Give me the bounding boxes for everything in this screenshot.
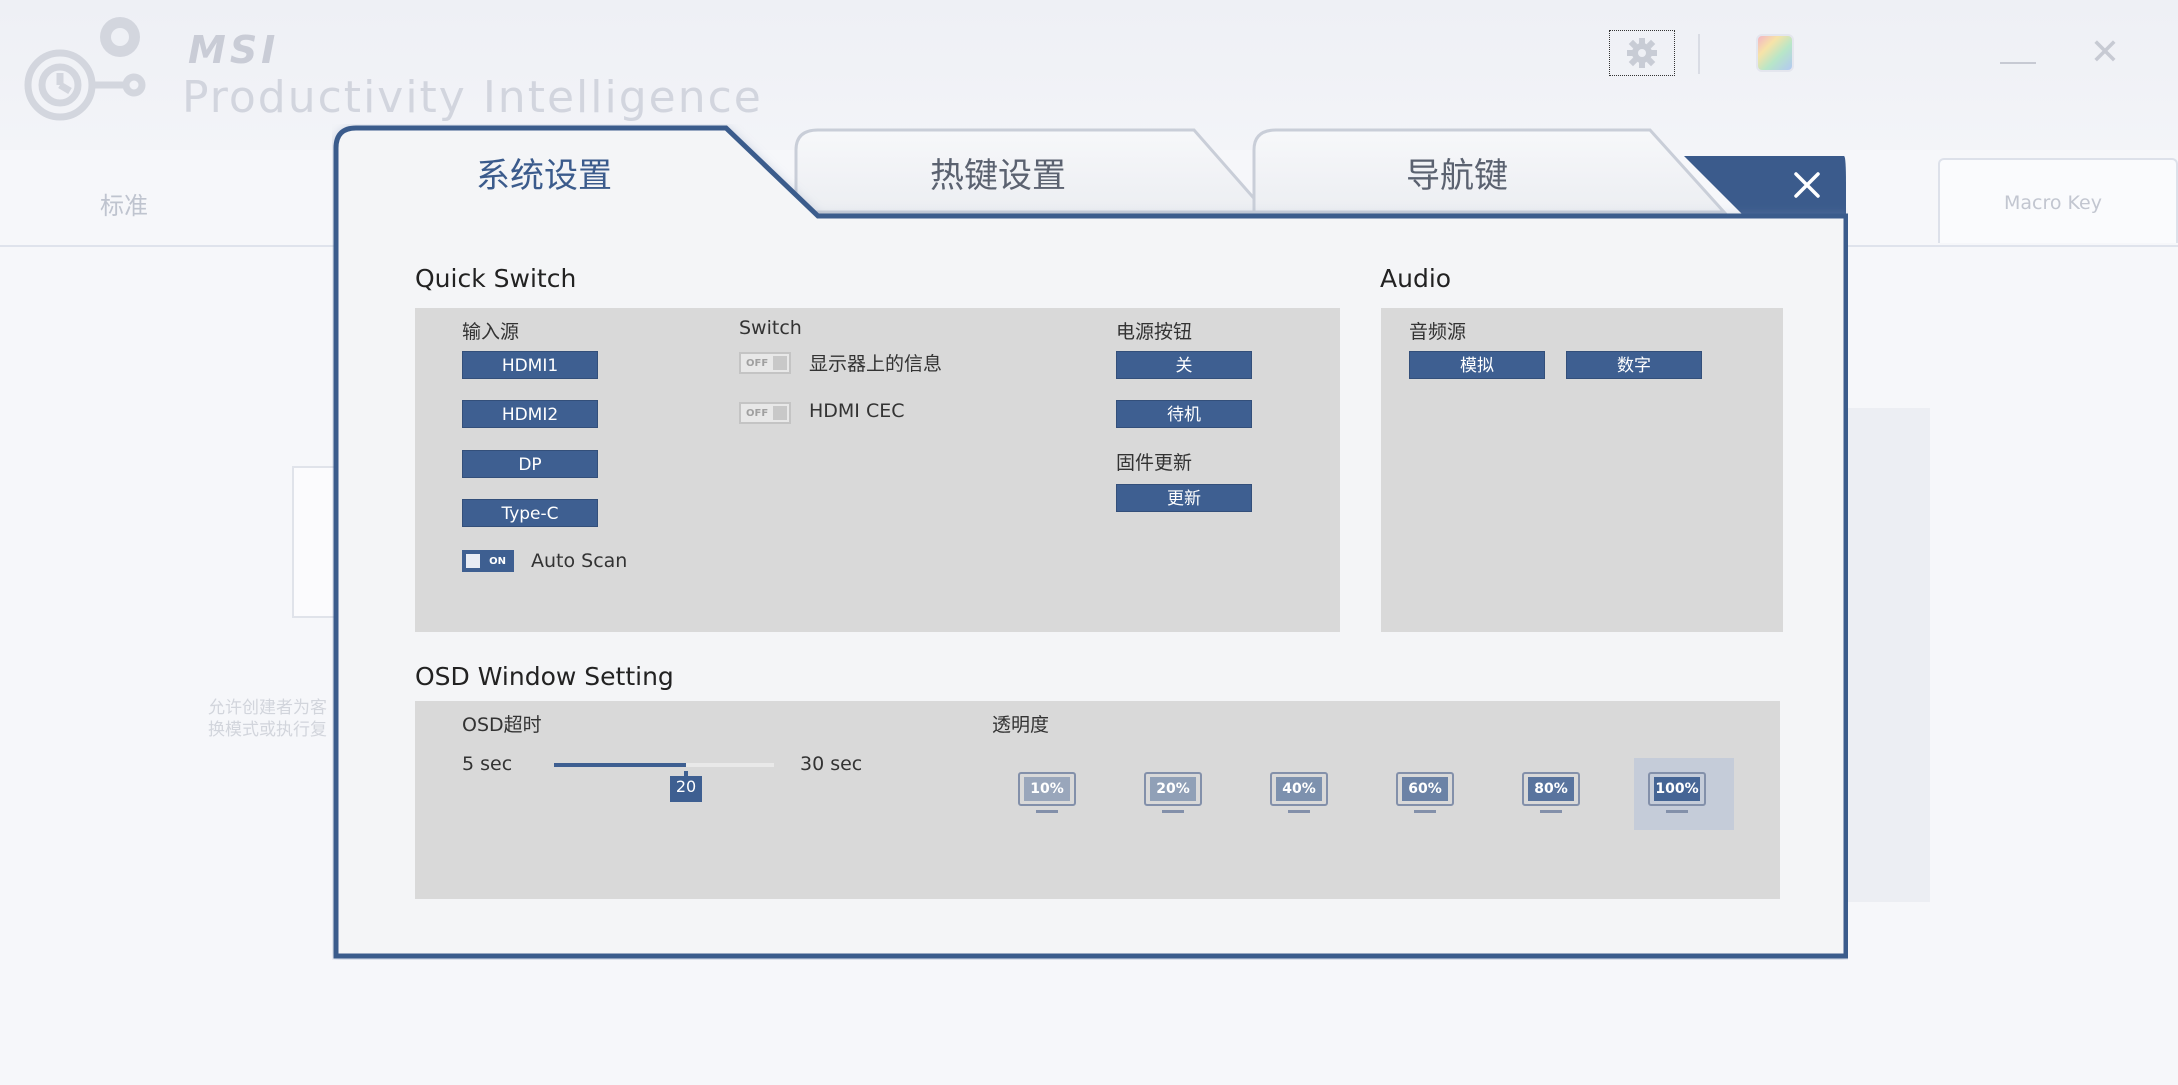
close-icon	[1794, 172, 1820, 198]
hdmi-cec-label: HDMI CEC	[809, 400, 905, 422]
monitor-stand	[1666, 810, 1688, 813]
tab-system-settings[interactable]: 系统设置	[476, 148, 612, 197]
toggle-knob	[773, 406, 787, 420]
toggle-knob	[466, 554, 480, 568]
toggle-state: OFF	[746, 358, 769, 369]
transparency-option-label: 10%	[1024, 777, 1070, 801]
hdmi2-button[interactable]: HDMI2	[462, 400, 598, 428]
minimize-button[interactable]	[2000, 40, 2036, 70]
transparency-option-80[interactable]: 80%	[1520, 770, 1582, 816]
gear-icon	[1627, 38, 1657, 68]
input-source-label: 输入源	[462, 321, 520, 343]
hdmi-cec-toggle[interactable]: OFF	[739, 402, 791, 424]
transparency-option-label: 60%	[1402, 777, 1448, 801]
monitor-icon: 20%	[1144, 772, 1202, 806]
tab-macro-key[interactable]: Macro Key	[1938, 158, 2178, 243]
transparency-option-label: 40%	[1276, 777, 1322, 801]
toggle-state: OFF	[746, 408, 769, 419]
header-divider	[1698, 34, 1700, 74]
monitor-stand	[1036, 810, 1058, 813]
audio-digital-button[interactable]: 数字	[1566, 351, 1702, 379]
window-close-button[interactable]: ✕	[2088, 35, 2122, 71]
osd-timeout-max-label: 30 sec	[800, 753, 863, 775]
transparency-option-10[interactable]: 10%	[1016, 770, 1078, 816]
transparency-option-20[interactable]: 20%	[1142, 770, 1204, 816]
transparency-option-label: 20%	[1150, 777, 1196, 801]
firmware-update-button[interactable]: 更新	[1116, 484, 1252, 512]
background-side-panel	[1848, 408, 1930, 902]
color-theme-button[interactable]	[1756, 34, 1794, 72]
transparency-label: 透明度	[992, 714, 1050, 736]
power-standby-button[interactable]: 待机	[1116, 400, 1252, 428]
osd-window-title: OSD Window Setting	[415, 662, 674, 691]
slider-value-badge[interactable]: 20	[670, 771, 702, 802]
settings-button[interactable]	[1609, 30, 1675, 76]
tab-navigation-key[interactable]: 导航键	[1406, 148, 1508, 197]
background-description: 允许创建者为客 换模式或执行复	[208, 698, 327, 740]
type-c-button[interactable]: Type-C	[462, 499, 598, 527]
tab-hotkey-settings[interactable]: 热键设置	[930, 148, 1066, 197]
osd-info-toggle[interactable]: OFF	[739, 352, 791, 374]
transparency-option-label: 100%	[1654, 777, 1700, 801]
brand-logo: MSI	[188, 28, 280, 72]
monitor-icon: 10%	[1018, 772, 1076, 806]
product-name: Productivity Intelligence	[182, 72, 763, 123]
monitor-icon: 40%	[1270, 772, 1328, 806]
hdmi1-button[interactable]: HDMI1	[462, 351, 598, 379]
monitor-stand	[1540, 810, 1562, 813]
tab-standard[interactable]: 标准	[100, 186, 148, 221]
audio-analog-button[interactable]: 模拟	[1409, 351, 1545, 379]
osd-timeout-label: OSD超时	[462, 714, 542, 736]
monitor-icon: 60%	[1396, 772, 1454, 806]
monitor-stand	[1414, 810, 1436, 813]
power-button-label: 电源按钮	[1116, 321, 1193, 343]
osd-timeout-min-label: 5 sec	[462, 753, 513, 775]
power-off-button[interactable]: 关	[1116, 351, 1252, 379]
tab-macro-key-label: Macro Key	[2004, 192, 2102, 214]
toggle-knob	[773, 356, 787, 370]
monitor-icon: 80%	[1522, 772, 1580, 806]
quick-switch-title: Quick Switch	[415, 264, 577, 293]
firmware-update-label: 固件更新	[1116, 452, 1193, 474]
audio-source-label: 音频源	[1409, 321, 1467, 343]
switch-label: Switch	[739, 317, 802, 339]
monitor-stand	[1288, 810, 1310, 813]
audio-title: Audio	[1380, 264, 1452, 293]
osd-timeout-slider[interactable]	[554, 763, 774, 767]
toggle-state: ON	[489, 556, 506, 567]
transparency-option-100[interactable]: 100%	[1646, 770, 1708, 816]
auto-scan-label: Auto Scan	[531, 550, 628, 572]
transparency-option-60[interactable]: 60%	[1394, 770, 1456, 816]
transparency-option-40[interactable]: 40%	[1268, 770, 1330, 816]
monitor-stand	[1162, 810, 1184, 813]
monitor-icon: 100%	[1648, 772, 1706, 806]
dp-button[interactable]: DP	[462, 450, 598, 478]
transparency-option-label: 80%	[1528, 777, 1574, 801]
auto-scan-toggle[interactable]: ON	[462, 550, 514, 572]
slider-fill	[554, 763, 686, 767]
osd-info-label: 显示器上的信息	[809, 353, 943, 375]
dialog-close-button[interactable]	[1786, 164, 1828, 206]
gear-clock-logo-icon	[24, 17, 146, 121]
